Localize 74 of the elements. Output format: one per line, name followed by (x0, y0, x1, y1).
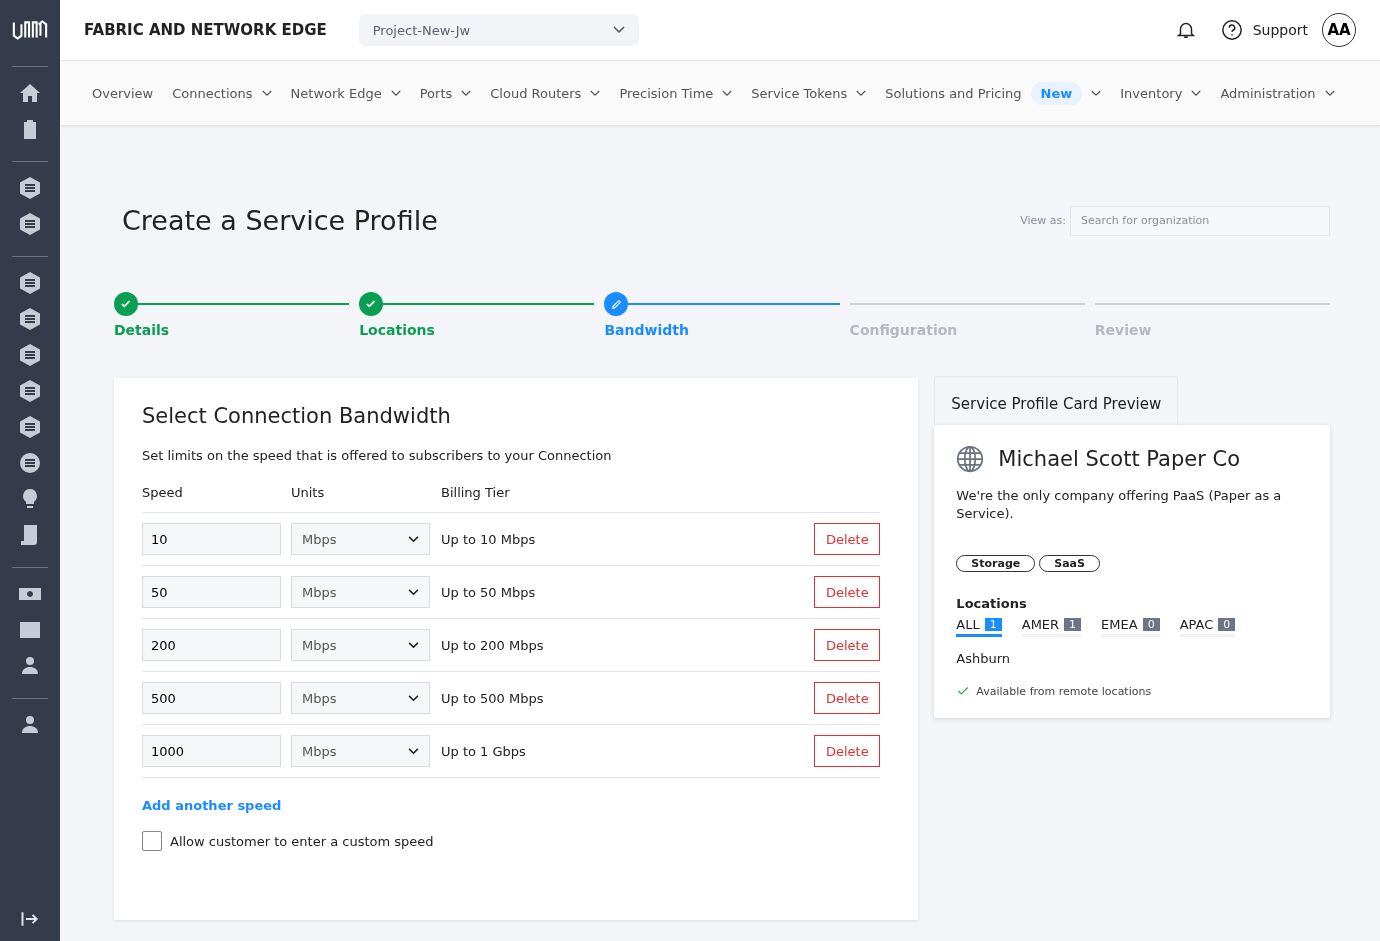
checkbox[interactable] (142, 831, 162, 851)
billing-tier-text: Up to 200 Mbps (441, 637, 545, 653)
house-icon[interactable] (18, 81, 42, 105)
chevron-icon[interactable] (1191, 89, 1202, 97)
nav-item[interactable]: Solutions and Pricing (885, 85, 1022, 101)
region-tab[interactable]: AMER 1 (1021, 617, 1082, 638)
billing-tier-text: Up to 500 Mbps (441, 690, 545, 706)
nav-item[interactable]: Administration (1220, 85, 1316, 101)
chevron-icon[interactable] (408, 535, 419, 543)
units-dropdown[interactable]: Mbps (291, 523, 430, 555)
location-name: Ashburn (956, 651, 1012, 667)
column-header: Speed (142, 485, 184, 500)
delete-button[interactable]: Delete (814, 576, 881, 608)
units-dropdown[interactable]: Mbps (291, 576, 430, 608)
chevron-icon[interactable] (461, 89, 472, 97)
chevron-icon[interactable] (408, 641, 419, 649)
nav-item[interactable]: Ports (419, 85, 453, 101)
checkbox-label: Allow customer to enter a custom speed (170, 833, 434, 849)
column-header: Units (291, 485, 326, 500)
chevron-icon[interactable] (612, 26, 625, 34)
speed-field[interactable]: 200 (142, 629, 281, 661)
remote-note: Available from remote locations (976, 684, 1152, 698)
units-dropdown[interactable]: Mbps (291, 682, 430, 714)
new-badge: New (1030, 81, 1083, 105)
speed-field[interactable]: 50 (142, 576, 281, 608)
chevron-icon[interactable] (1324, 89, 1335, 97)
units-dropdown[interactable]: Mbps (291, 735, 430, 767)
organization-search-field[interactable]: Search for organization (1070, 205, 1330, 236)
nav-item[interactable]: Connections (172, 85, 253, 101)
user-avatar[interactable]: AA (1322, 13, 1356, 47)
billing-tier-text: Up to 50 Mbps (441, 584, 537, 600)
card-title: Select Connection Bandwidth (142, 404, 452, 428)
chevron-icon[interactable] (408, 694, 419, 702)
nav-item[interactable]: Cloud Routers (490, 85, 582, 101)
nav-item[interactable]: Precision Time (619, 85, 714, 101)
chevron-icon[interactable] (590, 89, 601, 97)
delete-button[interactable]: Delete (814, 629, 881, 661)
chevron-icon[interactable] (408, 588, 419, 596)
locations-title: Locations (956, 596, 1028, 612)
chevron-icon[interactable] (261, 89, 272, 97)
nav-item[interactable]: Inventory (1120, 85, 1183, 101)
speed-field[interactable]: 10 (142, 523, 281, 555)
nav-item[interactable]: Network Edge (290, 85, 382, 101)
chevron-icon[interactable] (856, 89, 867, 97)
card-description: Set limits on the speed that is offered to subscribers to your Connection (142, 448, 613, 463)
region-tab[interactable]: ALL 1 (956, 617, 1002, 638)
page-title: Create a Service Profile (122, 205, 439, 236)
delete-button[interactable]: Delete (814, 682, 881, 714)
company-name: Michael Scott Paper Co (998, 447, 1240, 471)
logout-icon[interactable] (20, 909, 40, 929)
nav-item[interactable]: Overview (92, 85, 154, 101)
delete-button[interactable]: Delete (814, 523, 881, 555)
chevron-icon[interactable] (1091, 89, 1102, 97)
support-link[interactable]: Support (1252, 22, 1308, 38)
column-header: Billing Tier (441, 485, 511, 500)
region-tab[interactable]: EMEA 0 (1101, 617, 1160, 638)
chevron-icon[interactable] (408, 747, 419, 755)
view-as-label: View as: (1020, 214, 1066, 227)
speed-field[interactable]: 500 (142, 682, 281, 714)
nav-item[interactable]: Service Tokens (751, 85, 848, 101)
app-title: FABRIC AND NETWORK EDGE (84, 21, 327, 39)
company-description: We're the only company offering PaaS (Paper as a Service). (956, 487, 1283, 524)
billing-tier-text: Up to 1 Gbps (441, 743, 527, 759)
region-tab[interactable]: APAC 0 (1179, 617, 1236, 638)
logo-icon[interactable] (11, 18, 49, 42)
billing-tier-text: Up to 10 Mbps (441, 531, 537, 547)
project-dropdown[interactable]: Project-New-Jw (358, 14, 639, 46)
speed-field[interactable]: 1000 (142, 735, 281, 767)
delete-button[interactable]: Delete (814, 735, 881, 767)
chevron-icon[interactable] (722, 89, 733, 97)
help-icon[interactable] (1220, 19, 1243, 41)
preview-tab[interactable]: Service Profile Card Preview (934, 376, 1179, 425)
chevron-icon[interactable] (390, 89, 401, 97)
units-dropdown[interactable]: Mbps (291, 629, 430, 661)
